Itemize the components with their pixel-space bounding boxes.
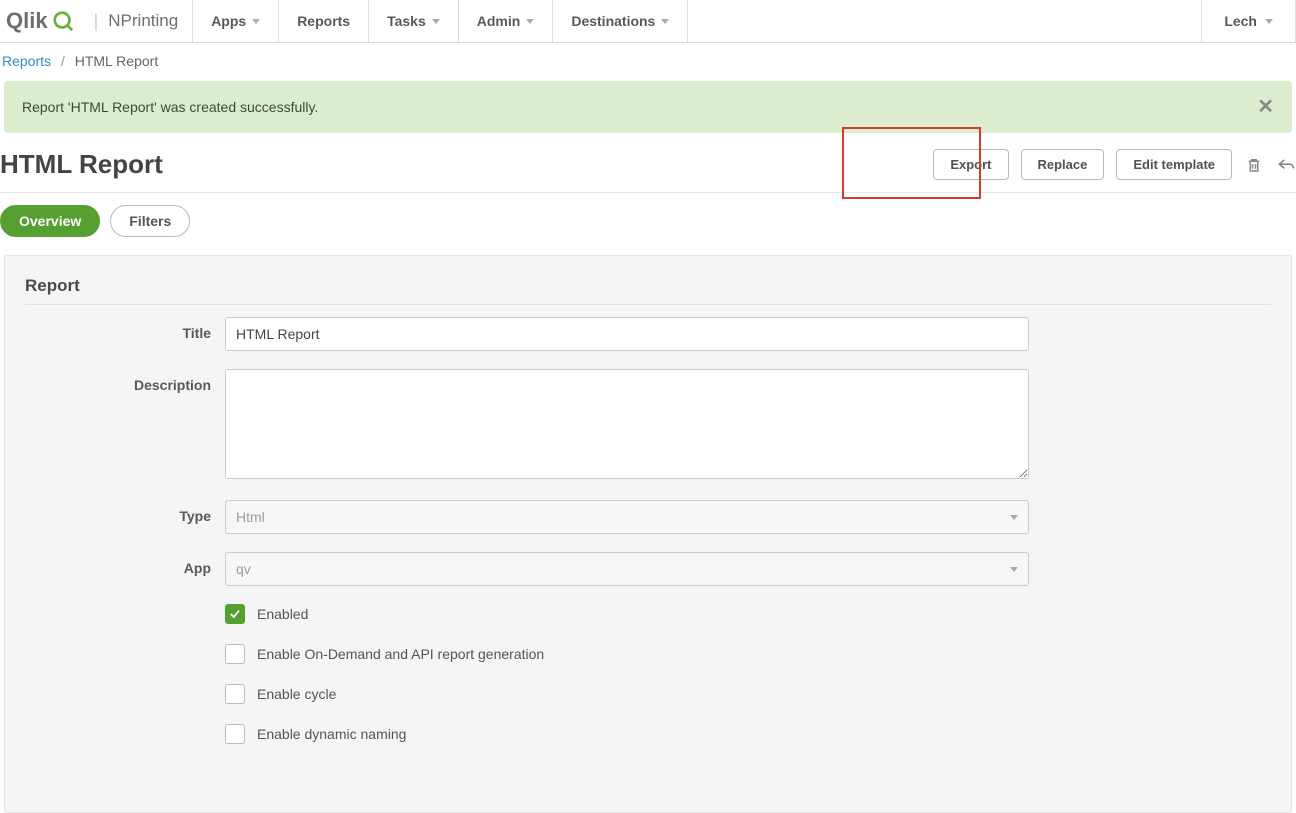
chevron-down-icon xyxy=(1265,19,1273,24)
breadcrumb-current: HTML Report xyxy=(75,53,159,69)
edit-template-button[interactable]: Edit template xyxy=(1116,149,1232,180)
tab-filters[interactable]: Filters xyxy=(110,205,190,237)
page-title: HTML Report xyxy=(0,149,163,180)
enabled-label: Enabled xyxy=(257,606,308,622)
description-input[interactable] xyxy=(225,369,1029,479)
user-menu[interactable]: Lech xyxy=(1201,0,1296,42)
dynamic-checkbox[interactable] xyxy=(225,724,245,744)
brand-product: NPrinting xyxy=(108,11,178,31)
back-icon[interactable] xyxy=(1276,155,1296,175)
ondemand-label: Enable On-Demand and API report generati… xyxy=(257,646,544,662)
replace-button[interactable]: Replace xyxy=(1021,149,1105,180)
label-title: Title xyxy=(25,317,225,341)
title-input[interactable] xyxy=(225,317,1029,351)
success-alert: Report 'HTML Report' was created success… xyxy=(4,81,1292,133)
nav-destinations-label: Destinations xyxy=(571,13,655,29)
user-name: Lech xyxy=(1224,13,1257,29)
qlik-logo-icon xyxy=(52,10,74,32)
chevron-down-icon xyxy=(1010,567,1018,572)
delete-icon[interactable] xyxy=(1244,155,1264,175)
breadcrumb: Reports / HTML Report xyxy=(0,43,1296,79)
type-select[interactable]: Html xyxy=(225,500,1029,534)
type-select-value: Html xyxy=(236,509,265,525)
alert-message: Report 'HTML Report' was created success… xyxy=(22,99,318,115)
alert-close-button[interactable]: ✕ xyxy=(1257,97,1274,117)
nav-apps-label: Apps xyxy=(211,13,246,29)
chevron-down-icon xyxy=(526,19,534,24)
nav-admin[interactable]: Admin xyxy=(459,0,554,42)
panel-title: Report xyxy=(25,276,1271,305)
cycle-label: Enable cycle xyxy=(257,686,336,702)
nav-destinations[interactable]: Destinations xyxy=(553,0,688,42)
app-select-value: qv xyxy=(236,561,251,577)
nav-reports-label: Reports xyxy=(297,13,350,29)
nav-tasks-label: Tasks xyxy=(387,13,426,29)
label-type: Type xyxy=(25,500,225,524)
chevron-down-icon xyxy=(1010,515,1018,520)
nav-apps[interactable]: Apps xyxy=(193,0,279,42)
chevron-down-icon xyxy=(661,19,669,24)
cycle-checkbox[interactable] xyxy=(225,684,245,704)
nav-reports[interactable]: Reports xyxy=(279,0,369,42)
chevron-down-icon xyxy=(252,19,260,24)
chevron-down-icon xyxy=(432,19,440,24)
label-app: App xyxy=(25,552,225,576)
app-select[interactable]: qv xyxy=(225,552,1029,586)
brand-divider: | xyxy=(94,11,99,32)
nav-tasks[interactable]: Tasks xyxy=(369,0,459,42)
breadcrumb-parent[interactable]: Reports xyxy=(2,53,51,69)
dynamic-label: Enable dynamic naming xyxy=(257,726,406,742)
brand-qlik: Qlik xyxy=(6,8,48,34)
breadcrumb-sep: / xyxy=(61,53,65,69)
label-description: Description xyxy=(25,369,225,393)
enabled-checkbox[interactable] xyxy=(225,604,245,624)
tab-overview[interactable]: Overview xyxy=(0,205,100,237)
export-button[interactable]: Export xyxy=(933,149,1008,180)
brand: Qlik | NPrinting xyxy=(0,0,193,42)
nav-admin-label: Admin xyxy=(477,13,521,29)
ondemand-checkbox[interactable] xyxy=(225,644,245,664)
